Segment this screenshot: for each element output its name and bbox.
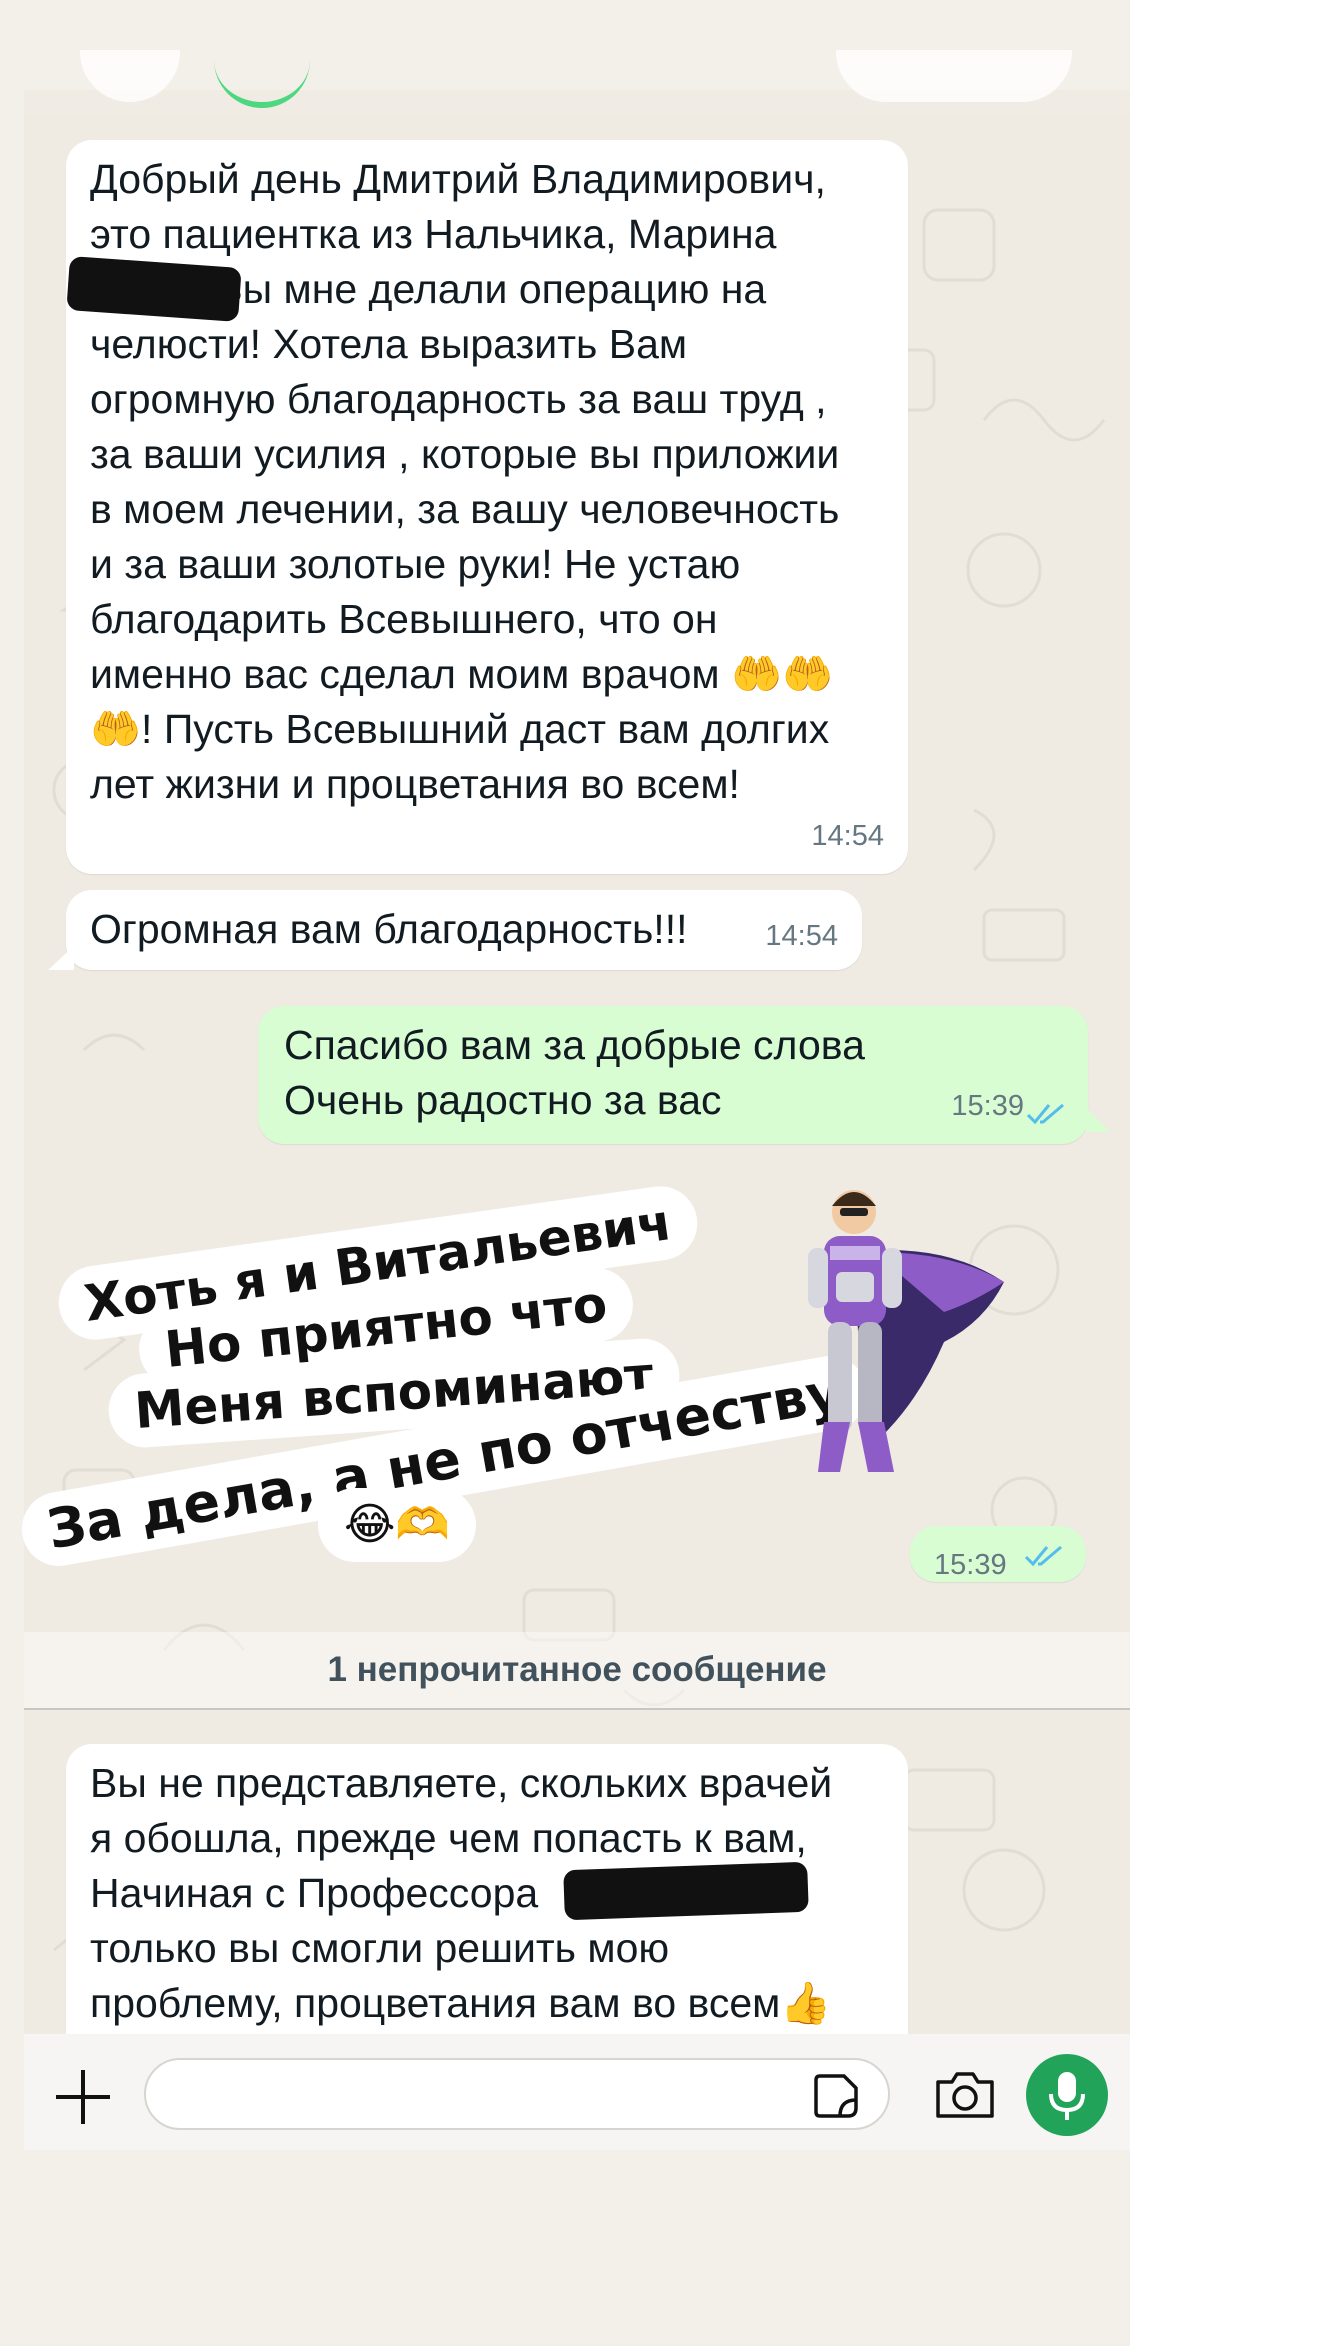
microphone-icon	[1049, 2072, 1085, 2120]
camera-icon[interactable]	[934, 2068, 996, 2120]
sticker-time-badge: 15:39	[910, 1526, 1086, 1582]
bubble-tail	[1086, 1108, 1110, 1132]
bubble-tail	[48, 946, 74, 970]
sticker-text-line: 😂🫶	[318, 1488, 477, 1562]
chat-screen: Добрый день Дмитрий Владимирович, это па…	[0, 0, 1320, 2346]
redaction-mark	[563, 1861, 809, 1921]
message-text: Добрый день Дмитрий Владимирович, это па…	[90, 156, 840, 807]
microphone-button[interactable]	[1026, 2054, 1108, 2136]
bottom-safe-area	[24, 2150, 1130, 2330]
superhero-sticker-image	[808, 1190, 1004, 1472]
header-pill-partial[interactable]	[836, 50, 1072, 102]
message-text: Огромная вам благодарность!!!	[90, 906, 688, 952]
double-check-icon	[1024, 1545, 1062, 1567]
message-text: Спасибо вам за добрые слова Очень радост…	[284, 1022, 865, 1123]
message-input[interactable]	[144, 2058, 890, 2130]
message-bubble-outgoing[interactable]: Спасибо вам за добрые слова Очень радост…	[258, 1006, 1088, 1144]
message-bubble-incoming[interactable]: Огромная вам благодарность!!! 14:54	[66, 890, 862, 970]
message-time: 14:54	[811, 820, 884, 852]
plus-icon[interactable]	[54, 2068, 112, 2126]
double-check-icon	[1026, 1103, 1064, 1125]
message-time: 15:39	[951, 1090, 1024, 1122]
unread-messages-divider: 1 непрочитанное сообщение	[24, 1632, 1130, 1710]
message-time: 14:54	[765, 920, 838, 952]
message-bubble-incoming[interactable]: Добрый день Дмитрий Владимирович, это па…	[66, 140, 908, 874]
sticker-icon[interactable]	[812, 2072, 860, 2120]
message-time: 15:39	[934, 1549, 1007, 1581]
